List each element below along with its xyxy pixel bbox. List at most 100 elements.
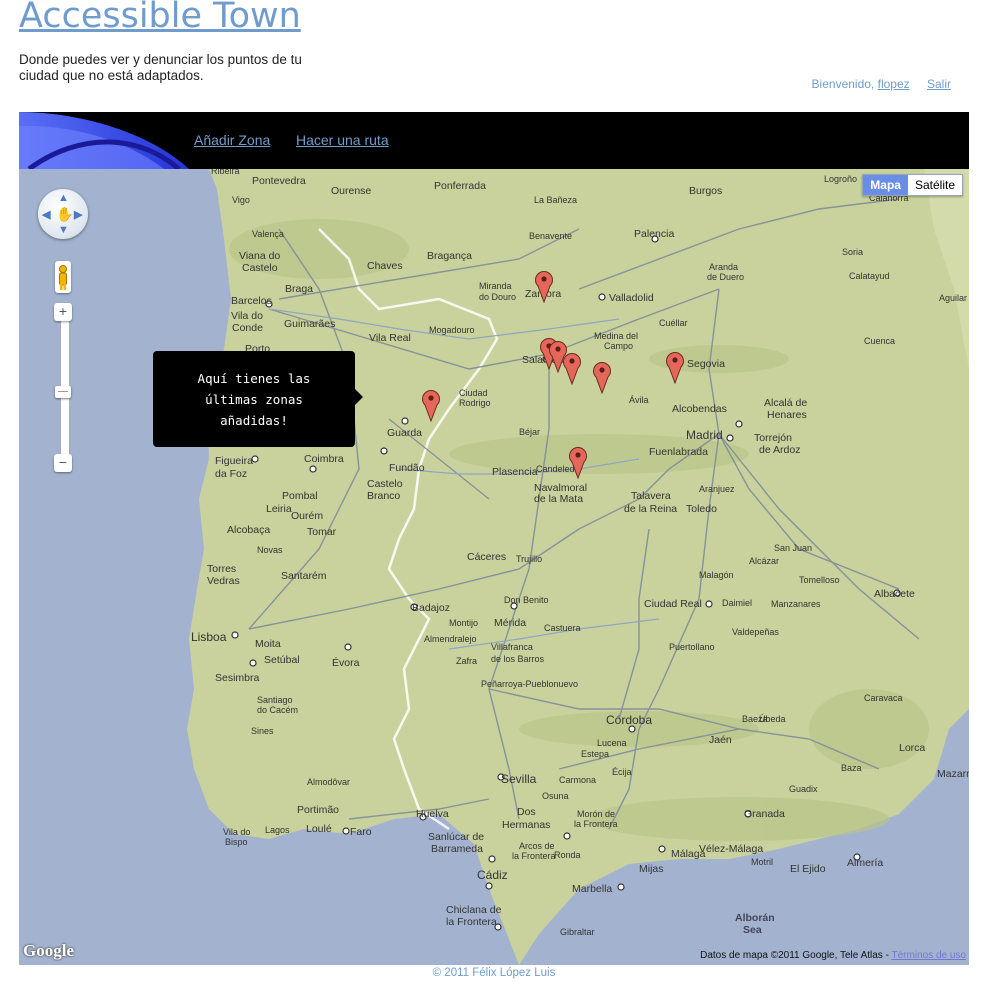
svg-text:la Frontera: la Frontera — [574, 819, 618, 829]
svg-text:Castuera: Castuera — [544, 623, 581, 633]
svg-text:Tomar: Tomar — [307, 526, 337, 538]
logout-link[interactable]: Salir — [927, 77, 951, 91]
svg-text:Ribeira: Ribeira — [211, 169, 240, 176]
svg-text:Barcelos: Barcelos — [231, 295, 272, 307]
pan-up-icon[interactable]: ▲ — [58, 192, 69, 204]
map-type-map-button[interactable]: Mapa — [863, 175, 908, 195]
svg-text:Calatayud: Calatayud — [849, 271, 890, 281]
svg-text:Trujillo: Trujillo — [516, 554, 542, 564]
svg-text:Don Benito: Don Benito — [504, 595, 549, 605]
svg-text:Viana do: Viana do — [239, 250, 280, 262]
map-type-satellite-button[interactable]: Satélite — [907, 175, 962, 195]
svg-text:de los Barros: de los Barros — [491, 654, 545, 664]
svg-text:Pombal: Pombal — [282, 490, 318, 502]
svg-text:Badajoz: Badajoz — [412, 602, 450, 614]
svg-text:Caravaca: Caravaca — [864, 693, 903, 703]
svg-text:Alcalá de: Alcalá de — [764, 397, 807, 409]
svg-text:Mazarrón: Mazarrón — [937, 768, 969, 780]
street-view-pegman-icon[interactable] — [55, 261, 71, 293]
google-logo: Google — [23, 941, 74, 960]
svg-text:Coimbra: Coimbra — [304, 453, 344, 465]
zoom-in-button[interactable]: + — [54, 303, 72, 321]
svg-text:Moita: Moita — [255, 638, 281, 650]
zone-marker-pin-icon[interactable] — [421, 388, 441, 423]
svg-text:Cáceres: Cáceres — [467, 551, 506, 563]
svg-text:Guimarães: Guimarães — [284, 318, 335, 330]
svg-text:do Douro: do Douro — [479, 292, 516, 302]
add-zone-link[interactable]: Añadir Zona — [194, 132, 270, 148]
svg-text:Écija: Écija — [612, 767, 632, 777]
svg-text:Henares: Henares — [767, 409, 807, 421]
welcome-label: Bienvenido, — [811, 77, 875, 91]
svg-text:Mérida: Mérida — [494, 617, 526, 629]
svg-text:Valdepeñas: Valdepeñas — [732, 627, 779, 637]
zone-marker-pin-icon[interactable] — [665, 350, 685, 385]
svg-text:Ourense: Ourense — [331, 185, 371, 197]
zone-marker-pin-icon[interactable] — [592, 360, 612, 395]
zone-marker-pin-icon[interactable] — [562, 351, 582, 386]
map-type-control: Mapa Satélite — [862, 174, 963, 196]
svg-text:Sines: Sines — [251, 726, 274, 736]
svg-text:Huelva: Huelva — [416, 808, 449, 820]
svg-text:Aranjuez: Aranjuez — [699, 484, 735, 494]
svg-text:de la Reina: de la Reina — [624, 503, 677, 515]
svg-text:de Ardoz: de Ardoz — [759, 444, 800, 456]
site-title-link[interactable]: Accessible Town — [19, 0, 301, 36]
zoom-slider-handle[interactable] — [55, 386, 71, 398]
zone-marker-pin-icon[interactable] — [534, 269, 554, 304]
zoom-out-button[interactable]: − — [54, 454, 72, 472]
svg-text:Portimão: Portimão — [297, 804, 339, 816]
svg-text:Valladolid: Valladolid — [609, 292, 654, 304]
svg-text:Tomelloso: Tomelloso — [799, 575, 840, 585]
svg-text:Sea: Sea — [743, 924, 762, 936]
svg-text:Toledo: Toledo — [686, 503, 717, 515]
svg-text:Braga: Braga — [285, 283, 313, 295]
svg-text:Conde: Conde — [232, 322, 263, 334]
svg-text:Vila do: Vila do — [223, 827, 250, 837]
svg-text:Marbella: Marbella — [572, 883, 612, 895]
svg-text:Carmona: Carmona — [559, 775, 596, 785]
svg-text:Madrid: Madrid — [686, 428, 723, 442]
svg-text:Fuenlabrada: Fuenlabrada — [649, 446, 708, 458]
pan-left-icon[interactable]: ◀ — [42, 208, 50, 221]
svg-text:Vedras: Vedras — [207, 575, 240, 587]
svg-text:Logroño: Logroño — [824, 174, 857, 184]
svg-text:Novas: Novas — [257, 545, 283, 555]
svg-text:Rodrigo: Rodrigo — [459, 398, 491, 408]
svg-text:Villafranca: Villafranca — [491, 642, 533, 652]
svg-text:Pontevedra: Pontevedra — [252, 175, 306, 187]
svg-text:Castelo: Castelo — [242, 262, 278, 274]
pan-down-icon[interactable]: ▼ — [58, 224, 69, 236]
terms-of-use-link[interactable]: Términos de uso — [892, 950, 966, 961]
svg-text:da Foz: da Foz — [215, 468, 247, 480]
svg-text:Figueira: Figueira — [215, 455, 253, 467]
svg-text:Faro: Faro — [350, 826, 372, 838]
svg-text:Palencia: Palencia — [634, 228, 674, 240]
svg-text:Aguilar: Aguilar — [939, 293, 967, 303]
pan-right-icon[interactable]: ▶ — [74, 208, 82, 221]
svg-text:Peñarroya-Pueblonuevo: Peñarroya-Pueblonuevo — [481, 679, 578, 689]
svg-text:Vila Real: Vila Real — [369, 332, 411, 344]
svg-text:de Duero: de Duero — [707, 272, 744, 282]
svg-text:do Cacém: do Cacém — [257, 705, 298, 715]
username-link[interactable]: flopez — [878, 77, 910, 91]
make-route-link[interactable]: Hacer una ruta — [296, 132, 389, 148]
svg-text:Valença: Valença — [252, 229, 284, 239]
zone-marker-pin-icon[interactable] — [568, 445, 588, 480]
svg-text:Chiclana de: Chiclana de — [446, 904, 502, 916]
svg-text:Vila do: Vila do — [231, 310, 263, 322]
svg-text:Gibraltar: Gibraltar — [560, 927, 595, 937]
svg-text:Medina del: Medina del — [594, 331, 638, 341]
svg-text:Santarém: Santarém — [281, 570, 327, 582]
svg-text:Aranda: Aranda — [709, 262, 738, 272]
svg-text:Mogadouro: Mogadouro — [429, 325, 475, 335]
pan-control[interactable]: ▲ ▼ ◀ ▶ ✋ — [38, 189, 88, 239]
svg-text:Zafra: Zafra — [456, 656, 477, 666]
svg-text:Lorca: Lorca — [899, 742, 925, 754]
svg-text:Bragança: Bragança — [427, 250, 472, 262]
svg-text:Torres: Torres — [207, 563, 236, 575]
hand-icon: ✋ — [56, 206, 74, 222]
svg-text:Santiago: Santiago — [257, 695, 293, 705]
map-canvas[interactable]: Ribeira Pontevedra Ourense Ponferrada La B… — [19, 169, 969, 965]
svg-text:Bispo: Bispo — [225, 837, 248, 847]
